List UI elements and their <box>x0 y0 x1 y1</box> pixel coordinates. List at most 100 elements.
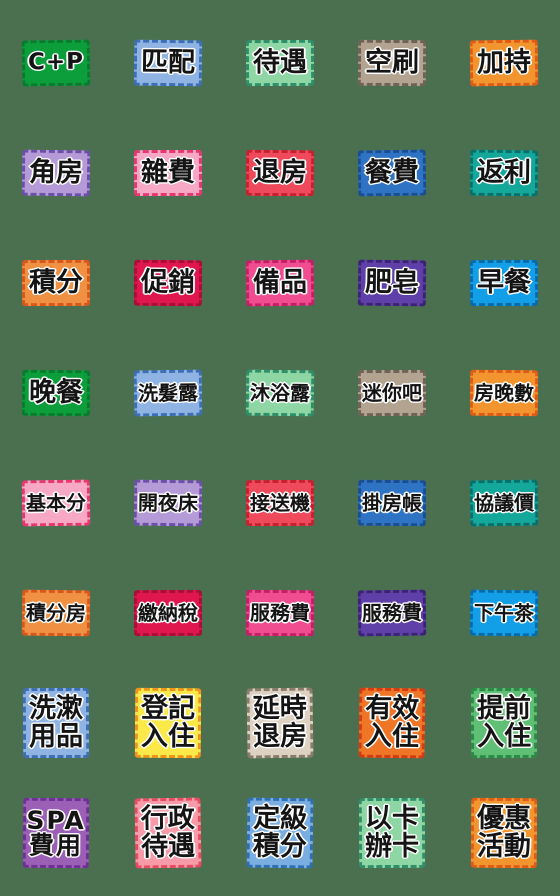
sticker-tui-fang[interactable]: 退房 <box>245 149 315 197</box>
sticker-label-line: 接送機 <box>249 490 311 515</box>
sticker-label-line: 餐費 <box>364 156 420 189</box>
sticker-label-line: 迷你吧 <box>361 380 423 405</box>
sticker-grid: C+P 匹配 待遇 空刷 加持 角房 雜費 退房 餐費 返利 積分 促銷 備品 肥皂 早餐 晚餐 洗髮露 沐浴露迷… <box>0 0 560 896</box>
sticker-gua-fang-zhang[interactable]: 掛房帳 <box>357 479 427 527</box>
sticker-cell: 晚餐 <box>0 338 112 448</box>
sticker-fan-li[interactable]: 返利 <box>469 149 539 197</box>
sticker-xia-wu-cha[interactable]: 下午茶 <box>469 589 539 637</box>
sticker-wan-can[interactable]: 晚餐 <box>21 369 91 417</box>
sticker-label-line: 下午茶 <box>473 600 535 626</box>
sticker-jiao-na-shui[interactable]: 繳納稅 <box>133 589 203 637</box>
sticker-label-line: 積分房 <box>25 600 87 626</box>
sticker-cell: 促銷 <box>112 228 224 338</box>
sticker-cell: 提前 入住 <box>448 668 560 778</box>
sticker-za-fei[interactable]: 雜費 <box>133 149 203 197</box>
sticker-cell: 迷你吧 <box>336 338 448 448</box>
sticker-label-line: 待遇 <box>140 830 196 863</box>
sticker-fu-wu-fei-pink[interactable]: 服務費 <box>245 589 315 637</box>
sticker-you-hui-huo-dong[interactable]: 優惠 活動 <box>470 797 538 869</box>
sticker-cell: 優惠 活動 <box>448 778 560 888</box>
sticker-fei-zao[interactable]: 肥皂 <box>357 259 427 307</box>
sticker-label-line: 早餐 <box>476 267 532 299</box>
sticker-kai-ye-chuang[interactable]: 開夜床 <box>133 479 203 527</box>
sticker-label-line: 入住 <box>140 720 196 753</box>
sticker-label-line: 洗漱 <box>28 693 84 725</box>
sticker-label-line: 有效 <box>364 693 420 725</box>
sticker-can-fei[interactable]: 餐費 <box>357 149 427 197</box>
sticker-spa-fei-yong[interactable]: SPA 費用 <box>22 797 90 869</box>
sticker-cell: 登記 入住 <box>112 668 224 778</box>
sticker-xi-shu-yong-pin[interactable]: 洗漱 用品 <box>22 687 90 759</box>
sticker-cell: 積分房 <box>0 558 112 668</box>
sticker-label-line: 角房 <box>28 156 84 189</box>
sticker-label-line: 入住 <box>476 720 532 753</box>
sticker-label-line: 積分 <box>252 830 308 863</box>
sticker-ji-ben-fen[interactable]: 基本分 <box>21 479 91 527</box>
sticker-yi-ka-ban-ka[interactable]: 以卡 辦卡 <box>358 797 426 869</box>
sticker-cell: 房晚數 <box>448 338 560 448</box>
sticker-xie-yi-jia[interactable]: 協議價 <box>469 479 539 527</box>
sticker-dai-yu[interactable]: 待遇 <box>245 39 315 87</box>
sticker-cell: 洗漱 用品 <box>0 668 112 778</box>
sticker-label-line: 入住 <box>364 720 420 753</box>
sticker-label-line: 提前 <box>476 693 532 725</box>
sticker-label-line: 晚餐 <box>28 377 84 409</box>
sticker-label-line: 匹配 <box>140 46 196 79</box>
sticker-label-line: SPA <box>26 805 86 835</box>
sticker-mu-yu-lu[interactable]: 沐浴露 <box>245 369 315 417</box>
sticker-cell: 待遇 <box>224 8 336 118</box>
sticker-cell: 雜費 <box>112 118 224 228</box>
sticker-cell: 服務費 <box>336 558 448 668</box>
sticker-jiao-fang[interactable]: 角房 <box>21 149 91 197</box>
sticker-cell: 行政 待遇 <box>112 778 224 888</box>
sticker-label-line: 積分 <box>28 267 84 299</box>
sticker-label-line: 掛房帳 <box>361 490 423 516</box>
sticker-bei-pin[interactable]: 備品 <box>245 259 315 307</box>
sticker-label-line: 基本分 <box>25 490 87 516</box>
sticker-label-line: 用品 <box>28 720 84 753</box>
sticker-cu-xiao[interactable]: 促銷 <box>133 259 203 307</box>
sticker-cell: 基本分 <box>0 448 112 558</box>
sticker-ji-fen[interactable]: 積分 <box>21 259 91 307</box>
sticker-cell: 備品 <box>224 228 336 338</box>
sticker-label-line: 洗髮露 <box>137 380 199 406</box>
sticker-label-line: 延時 <box>252 693 308 725</box>
sticker-fu-wu-fei-purple[interactable]: 服務費 <box>357 589 427 637</box>
sticker-label-line: 費用 <box>28 830 84 861</box>
sticker-jia-chi[interactable]: 加持 <box>469 39 539 87</box>
sticker-cell: 開夜床 <box>112 448 224 558</box>
sticker-cell: 繳納稅 <box>112 558 224 668</box>
sticker-jie-song-ji[interactable]: 接送機 <box>245 479 315 527</box>
sticker-cell: 沐浴露 <box>224 338 336 448</box>
sticker-cell: 肥皂 <box>336 228 448 338</box>
sticker-label-line: 待遇 <box>252 47 308 79</box>
sticker-cell: 匹配 <box>112 8 224 118</box>
sticker-ti-qian-ru-zhu[interactable]: 提前 入住 <box>470 687 538 759</box>
sticker-ji-fen-fang[interactable]: 積分房 <box>21 589 91 637</box>
sticker-label-line: 行政 <box>140 803 196 835</box>
sticker-pi-pei[interactable]: 匹配 <box>133 39 203 87</box>
sticker-you-xiao-ru-zhu[interactable]: 有效 入住 <box>358 687 426 759</box>
sticker-xing-zheng-dai-yu[interactable]: 行政 待遇 <box>134 797 202 869</box>
sticker-mi-ni-ba[interactable]: 迷你吧 <box>357 369 427 417</box>
sticker-label-line: 協議價 <box>473 490 535 516</box>
sticker-fang-wan-shu[interactable]: 房晚數 <box>469 369 539 417</box>
sticker-cell: 早餐 <box>448 228 560 338</box>
sticker-cell: 延時 退房 <box>224 668 336 778</box>
sticker-cell: 加持 <box>448 8 560 118</box>
sticker-label-line: 沐浴露 <box>249 380 311 406</box>
sticker-c-plus-p[interactable]: C+P <box>21 39 91 87</box>
sticker-xi-fa-lu[interactable]: 洗髮露 <box>133 369 203 417</box>
sticker-ding-ji-ji-fen[interactable]: 定級 積分 <box>246 797 314 869</box>
sticker-cell: C+P <box>0 8 112 118</box>
sticker-yan-shi-tui-fang[interactable]: 延時 退房 <box>246 687 314 759</box>
sticker-kong-shua[interactable]: 空刷 <box>357 39 427 87</box>
sticker-cell: 下午茶 <box>448 558 560 668</box>
sticker-label-line: 退房 <box>252 720 308 753</box>
sticker-zao-can[interactable]: 早餐 <box>469 259 539 307</box>
sticker-label-line: 備品 <box>252 266 308 299</box>
sticker-label-line: 活動 <box>476 830 532 863</box>
sticker-label-line: 服務費 <box>361 600 423 626</box>
sticker-deng-ji-ru-zhu[interactable]: 登記 入住 <box>134 687 202 759</box>
sticker-label-line: 雜費 <box>140 157 196 189</box>
